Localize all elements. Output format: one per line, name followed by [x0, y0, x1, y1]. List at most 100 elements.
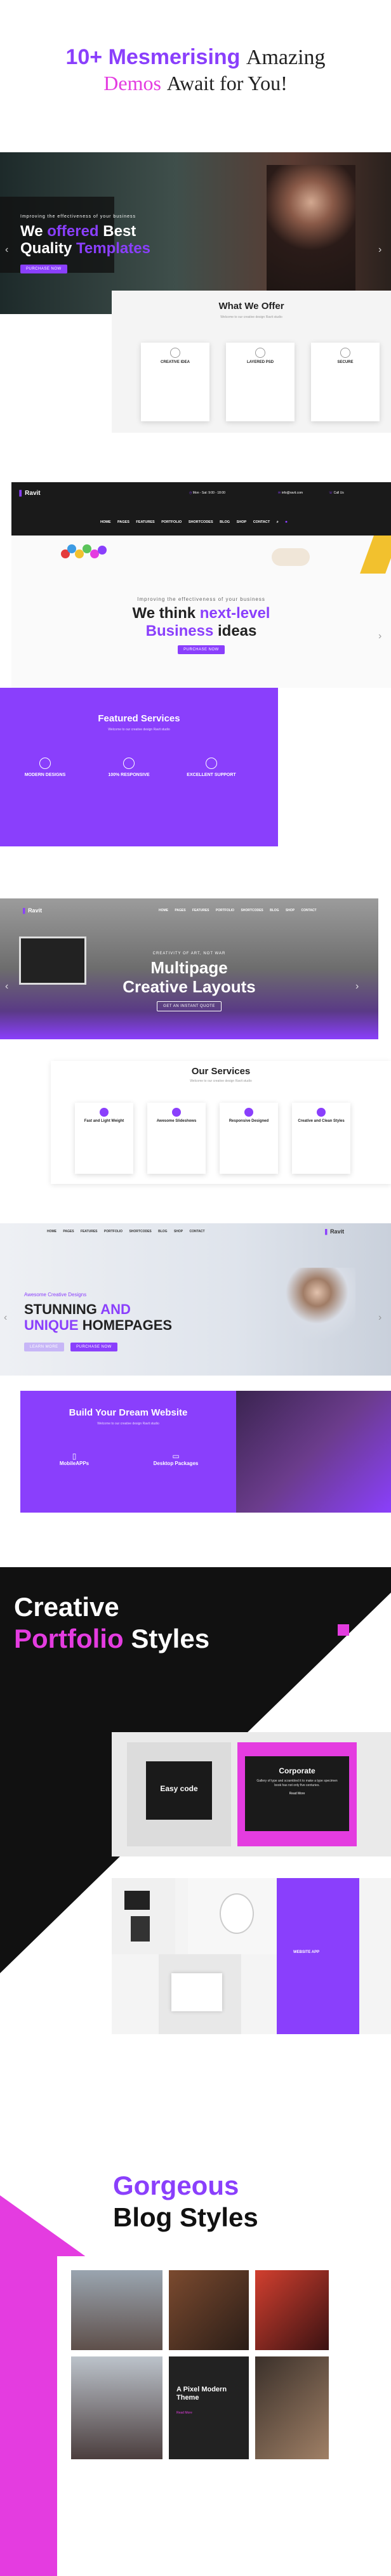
nav-item-features[interactable]: FEATURES: [192, 909, 209, 912]
offer-title: What We Offer: [218, 301, 284, 312]
nav-item-shortcodes[interactable]: SHORTCODES: [189, 520, 213, 524]
nav-item-pages[interactable]: PAGES: [117, 520, 129, 524]
nav-item-portfolio[interactable]: PORTFOLIO: [216, 909, 234, 912]
service-card: Creative and Clean Styles: [292, 1103, 350, 1174]
nav-item-home[interactable]: HOME: [47, 1230, 56, 1233]
demo2-logo[interactable]: Ravit: [25, 490, 40, 497]
card-text: Gallery of type and scrambled it to make…: [256, 1779, 338, 1787]
headline-line2a: Demos: [103, 72, 161, 95]
slider-prev-arrow[interactable]: ‹: [5, 244, 8, 256]
demo2-services-panel: Featured Services Welcome to our creativ…: [0, 688, 278, 846]
cloud-shape: [272, 548, 310, 566]
nav-item-shop[interactable]: SHOP: [174, 1230, 183, 1233]
slider-prev-arrow[interactable]: ‹: [4, 1312, 7, 1324]
nav-item-shortcodes[interactable]: SHORTCODES: [241, 909, 263, 912]
service-card: Fast and Light Weight: [75, 1103, 133, 1174]
slider-next-arrow[interactable]: ›: [378, 1312, 381, 1324]
portfolio-word3: Styles: [131, 1624, 210, 1653]
feature-title: MobileAPPs: [59, 1461, 89, 1466]
nav-item-home[interactable]: HOME: [159, 909, 168, 912]
blog-post-image[interactable]: [169, 2270, 249, 2350]
nav-item-blog[interactable]: BLOG: [270, 909, 279, 912]
nav-item-contact[interactable]: CONTACT: [253, 520, 270, 524]
demo3-logo[interactable]: Ravit: [28, 907, 42, 914]
blog-post-featured[interactable]: A Pixel Modern Theme Read More: [169, 2356, 249, 2459]
search-icon[interactable]: ⌕: [277, 520, 279, 524]
demo4-learn-button[interactable]: Learn more: [24, 1343, 64, 1351]
portfolio-card-marshmallows[interactable]: [159, 1954, 241, 2034]
demo1-tagline: Improving the effectiveness of your busi…: [20, 214, 136, 219]
nav-item-home[interactable]: HOME: [100, 520, 111, 524]
offer-card: CREATIVE IDEA: [141, 343, 209, 421]
nav-item-features[interactable]: FEATURES: [136, 520, 154, 524]
nav-item-shop[interactable]: SHOP: [286, 909, 295, 912]
desktop-icon: ▭: [172, 1452, 180, 1461]
services-title: Our Services: [191, 1066, 251, 1077]
lightbulb-icon: [170, 348, 180, 358]
offer-card-title: SECURE: [337, 360, 354, 364]
nav-item-blog[interactable]: BLOG: [158, 1230, 167, 1233]
portfolio-heading: Creative Portfolio Styles: [14, 1591, 209, 1655]
headline-line2b: Await for You!: [166, 72, 288, 95]
demo4-title4: HOMEPAGES: [82, 1317, 173, 1333]
offer-card: LAYERED PSD: [226, 343, 295, 421]
offer-card-title: LAYERED PSD: [246, 360, 274, 364]
slider-next-arrow[interactable]: ›: [378, 244, 381, 256]
demo1-title2: offered: [47, 223, 99, 240]
demo4-tagline: Awesome Creative Designs: [24, 1292, 87, 1298]
blog-heading: Gorgeous Blog Styles: [113, 2170, 258, 2233]
blog-post-link[interactable]: Read More: [176, 2411, 192, 2415]
demo2-contact2: info@ravit.com: [281, 491, 303, 495]
demo2-hero: ‹ › Improving the effectiveness of your …: [11, 536, 391, 688]
nav-item-shortcodes[interactable]: SHORTCODES: [129, 1230, 151, 1233]
demo2-title1: We think: [132, 605, 196, 622]
demo2-header: ❚ Ravit ◷ Mon - Sat: 9:00 - 18:00 ✉ info…: [11, 482, 391, 536]
portfolio-card-website-app[interactable]: WEBSITE APP: [277, 1878, 359, 2034]
nav-item-portfolio[interactable]: PORTFOLIO: [104, 1230, 123, 1233]
portfolio-card-camera[interactable]: [188, 1878, 277, 1954]
service-title: EXCELLENT SUPPORT: [187, 773, 236, 777]
nav-item-contact[interactable]: CONTACT: [190, 1230, 205, 1233]
blog-post-image[interactable]: [71, 2270, 162, 2350]
cart-icon[interactable]: ■: [285, 520, 287, 524]
layers-icon: [255, 348, 265, 358]
demo4-purchase-button[interactable]: Purchase now: [70, 1343, 117, 1351]
monitor-icon: [39, 758, 51, 769]
service-item: MODERN DESIGNS: [17, 758, 74, 777]
nav-item-shop[interactable]: SHOP: [237, 520, 247, 524]
portfolio-card-gadgets[interactable]: [112, 1878, 175, 1954]
nav-item-features[interactable]: FEATURES: [81, 1230, 98, 1233]
demo3-hero: ❚ Ravit HOME PAGES FEATURES PORTFOLIO SH…: [0, 898, 378, 1039]
card-link[interactable]: Read More: [245, 1792, 349, 1796]
feature-item: ▯ MobileAPPs: [39, 1452, 109, 1466]
blog-post-image[interactable]: [71, 2356, 162, 2459]
demo3-tagline: CREATIVITY OF ART, NOT WAR: [152, 952, 226, 956]
logo-icon: ❚: [18, 490, 23, 497]
service-title: MODERN DESIGNS: [24, 773, 66, 777]
demo1-purchase-button[interactable]: Purchase now: [20, 265, 67, 273]
woman-silhouette: [286, 1268, 355, 1350]
demo2-title2: next-level: [199, 605, 270, 622]
nav-item-portfolio[interactable]: PORTFOLIO: [161, 520, 182, 524]
demo2-purchase-button[interactable]: Purchase now: [178, 645, 225, 654]
nav-item-pages[interactable]: PAGES: [63, 1230, 74, 1233]
demo3-nav: HOME PAGES FEATURES PORTFOLIO SHORTCODES…: [159, 909, 322, 912]
responsive-icon: [244, 1108, 253, 1117]
service-title: 100% RESPONSIVE: [108, 773, 150, 777]
rocket-icon: [100, 1108, 109, 1117]
service-card: Responsive Designed: [220, 1103, 278, 1174]
demo3-quote-button[interactable]: Get an instant quote: [157, 1001, 222, 1011]
nav-item-contact[interactable]: CONTACT: [302, 909, 317, 912]
demo4-logo[interactable]: Ravit: [330, 1228, 344, 1235]
nav-item-pages[interactable]: PAGES: [175, 909, 185, 912]
card-title: Easy code: [160, 1784, 198, 1793]
main-headline: 10+ Mesmerising Amazing Demos Await for …: [0, 44, 391, 96]
blog-post-image[interactable]: [255, 2356, 329, 2459]
devices-icon: [123, 758, 135, 769]
blog-word2: Blog Styles: [113, 2202, 258, 2232]
portfolio-card-corporate[interactable]: Corporate Gallery of type and scrambled …: [237, 1742, 357, 1846]
portfolio-word2: Portfolio: [14, 1624, 124, 1653]
blog-post-image[interactable]: [255, 2270, 329, 2350]
nav-item-blog[interactable]: BLOG: [220, 520, 230, 524]
portfolio-card-easycode[interactable]: Easy code: [127, 1742, 231, 1846]
